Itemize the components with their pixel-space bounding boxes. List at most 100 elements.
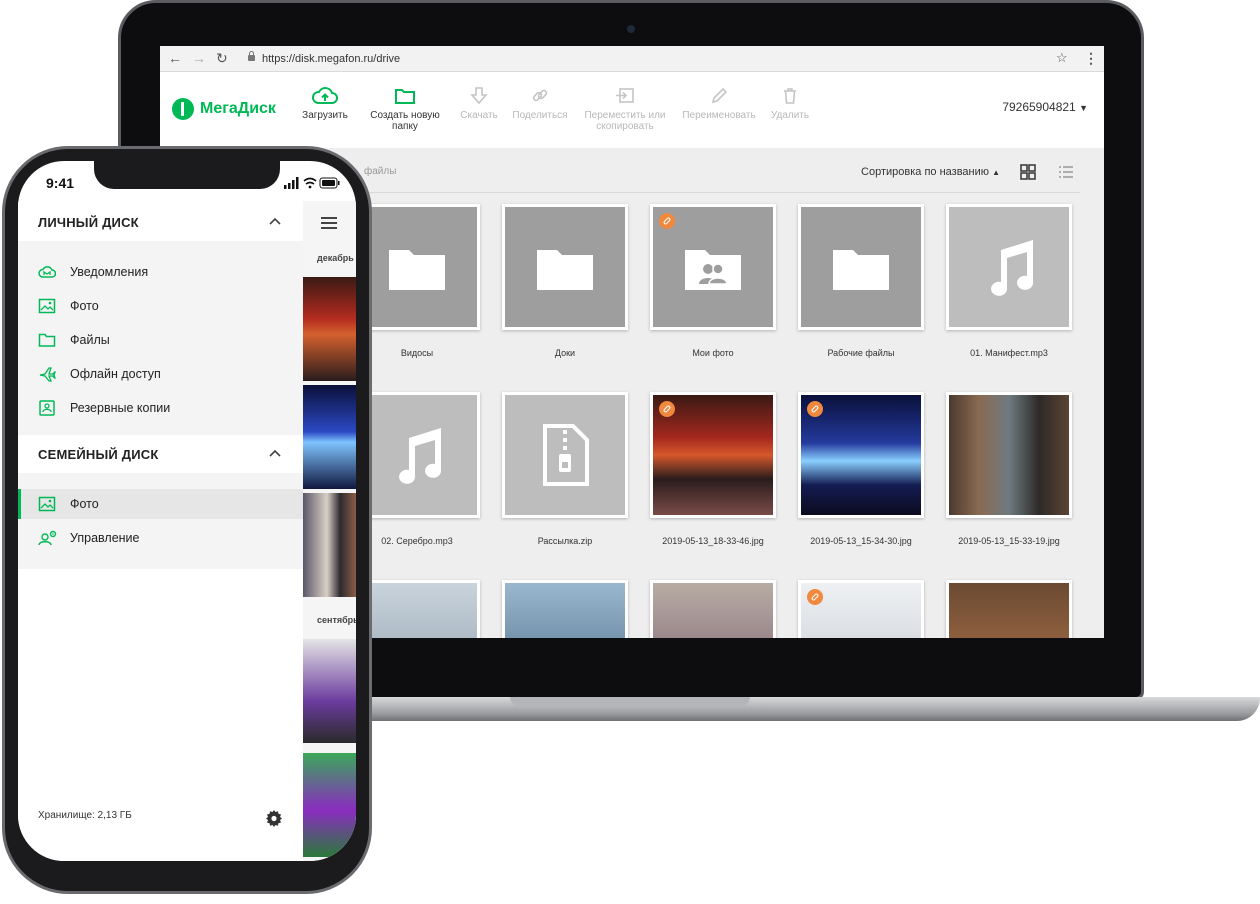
file-name: 2019-05-13_15-34-30.jpg <box>810 536 912 546</box>
file-name: 01. Манифест.mp3 <box>970 348 1048 358</box>
folder-icon <box>537 250 593 290</box>
bookmark-star-icon[interactable]: ☆ <box>1056 50 1068 66</box>
shared-link-icon <box>659 213 675 229</box>
menu-label: Фото <box>70 497 99 511</box>
address-bar[interactable]: https://disk.megafon.ru/drive <box>262 50 400 68</box>
feed-photo[interactable] <box>303 753 356 857</box>
download-label: Скачать <box>460 110 498 121</box>
menu-item-management[interactable]: Управление <box>18 523 303 553</box>
menu-item-files[interactable]: Файлы <box>18 325 303 355</box>
download-button[interactable]: Скачать <box>456 86 502 121</box>
app-header: МегаДиск Загрузить Создать новую папку С… <box>160 72 1104 148</box>
back-arrow-icon[interactable]: ← <box>168 50 182 66</box>
status-time: 9:41 <box>46 175 75 191</box>
file-tile-videos[interactable] <box>354 204 480 330</box>
feed-photo[interactable] <box>303 277 356 381</box>
month-label: декабрь <box>317 253 354 263</box>
menu-label: Офлайн доступ <box>70 367 161 381</box>
file-tile-my-photos[interactable] <box>650 204 776 330</box>
sort-dropdown[interactable]: Сортировка по названию ▲ <box>861 166 1000 178</box>
menu-label: Файлы <box>70 333 110 347</box>
hamburger-menu-icon[interactable] <box>321 217 337 229</box>
cloud-notifications-icon <box>38 266 56 278</box>
share-button[interactable]: Поделиться <box>508 86 572 121</box>
create-folder-button[interactable]: Создать новую папку <box>362 86 448 132</box>
account-menu[interactable]: 79265904821 ▼ <box>1002 100 1088 114</box>
backup-icon <box>39 400 55 416</box>
month-label: сентябрь <box>317 615 356 625</box>
cloud-upload-icon <box>312 87 338 104</box>
menu-label: Управление <box>70 531 140 545</box>
menu-label: Фото <box>70 299 99 313</box>
file-tile-photo-concert-1[interactable] <box>650 392 776 518</box>
feed-photo[interactable] <box>303 639 356 743</box>
photo-icon <box>38 298 56 314</box>
family-disk-header[interactable]: СЕМЕЙНЫЙ ДИСК <box>18 435 303 473</box>
file-tile-photo-street[interactable] <box>946 392 1072 518</box>
personal-disk-menu: Уведомления Фото Файлы Офлайн доступ Рез… <box>18 241 303 435</box>
sort-arrow-icon: ▲ <box>992 168 1000 177</box>
rename-button[interactable]: Переименовать <box>678 86 760 121</box>
user-phone-number: 79265904821 <box>1002 100 1076 114</box>
grid-view-icon[interactable] <box>1020 164 1036 180</box>
section-title: ЛИЧНЫЙ ДИСК <box>38 215 139 230</box>
shared-folder-icon <box>685 250 741 290</box>
music-note-icon <box>399 428 442 484</box>
folder-icon <box>395 89 415 104</box>
file-tile-docs[interactable] <box>502 204 628 330</box>
personal-disk-header[interactable]: ЛИЧНЫЙ ДИСК <box>18 203 303 241</box>
menu-label: Резервные копии <box>70 401 171 415</box>
feed-photo[interactable] <box>303 493 356 597</box>
move-copy-button[interactable]: Переместить или скопировать <box>580 86 670 132</box>
pencil-icon <box>711 87 728 104</box>
laptop-camera <box>627 25 635 33</box>
file-tile-newsletter-zip[interactable] <box>502 392 628 518</box>
list-view-icon[interactable] <box>1058 164 1074 180</box>
file-name: Доки <box>554 348 576 358</box>
menu-item-photos[interactable]: Фото <box>18 291 303 321</box>
breadcrumb[interactable]: файлы <box>364 166 396 177</box>
file-name: Рассылка.zip <box>537 536 593 546</box>
menu-item-offline[interactable]: Офлайн доступ <box>18 359 303 389</box>
delete-button[interactable]: Удалить <box>766 86 814 121</box>
folder-icon <box>389 250 445 290</box>
file-tile-photo-concert-2[interactable] <box>798 392 924 518</box>
file-name: 2019-05-13_15-33-19.jpg <box>958 536 1060 546</box>
menu-item-backups[interactable]: Резервные копии <box>18 393 303 423</box>
zip-file-icon <box>543 424 589 486</box>
feed-photo[interactable] <box>303 385 356 489</box>
file-tile-work-files[interactable] <box>798 204 924 330</box>
lock-icon <box>248 51 255 61</box>
photos-feed-peek: декабрь сентябрь <box>303 201 356 861</box>
navigation-drawer: ЛИЧНЫЙ ДИСК Уведомления Фото Файлы Офлай… <box>18 201 303 861</box>
file-tile-photo-office[interactable] <box>502 580 628 638</box>
gear-icon[interactable] <box>265 809 283 827</box>
forward-arrow-icon[interactable]: → <box>192 50 206 66</box>
download-icon <box>470 87 488 105</box>
caret-down-icon: ▼ <box>1079 103 1088 113</box>
upload-button[interactable]: Загрузить <box>296 86 354 121</box>
file-tile-photo-desk[interactable] <box>798 580 924 638</box>
menu-label: Уведомления <box>70 265 149 279</box>
user-settings-icon <box>38 530 57 546</box>
photo-icon <box>38 496 56 512</box>
browser-menu-icon[interactable]: ⋮ <box>1084 50 1098 66</box>
trash-icon <box>784 88 796 104</box>
create-folder-label: Создать новую папку <box>370 110 440 132</box>
file-tile-manifest-mp3[interactable] <box>946 204 1072 330</box>
menu-item-family-photos[interactable]: Фото <box>18 489 303 519</box>
shared-link-icon <box>807 589 823 605</box>
menu-item-notifications[interactable]: Уведомления <box>18 257 303 287</box>
music-note-icon <box>991 240 1034 296</box>
chevron-up-icon <box>269 217 281 225</box>
file-tile-photo-sky[interactable] <box>354 580 480 638</box>
file-tile-serebro-mp3[interactable] <box>354 392 480 518</box>
phone-notch <box>94 161 280 189</box>
reload-icon[interactable]: ↻ <box>216 50 228 66</box>
app-logo[interactable]: МегаДиск <box>200 98 276 120</box>
file-name: Мои фото <box>692 348 734 358</box>
laptop-base-notch <box>510 697 750 706</box>
status-icons <box>284 177 340 189</box>
file-tile-photo-people[interactable] <box>650 580 776 638</box>
file-tile-photo-phone[interactable] <box>946 580 1072 638</box>
